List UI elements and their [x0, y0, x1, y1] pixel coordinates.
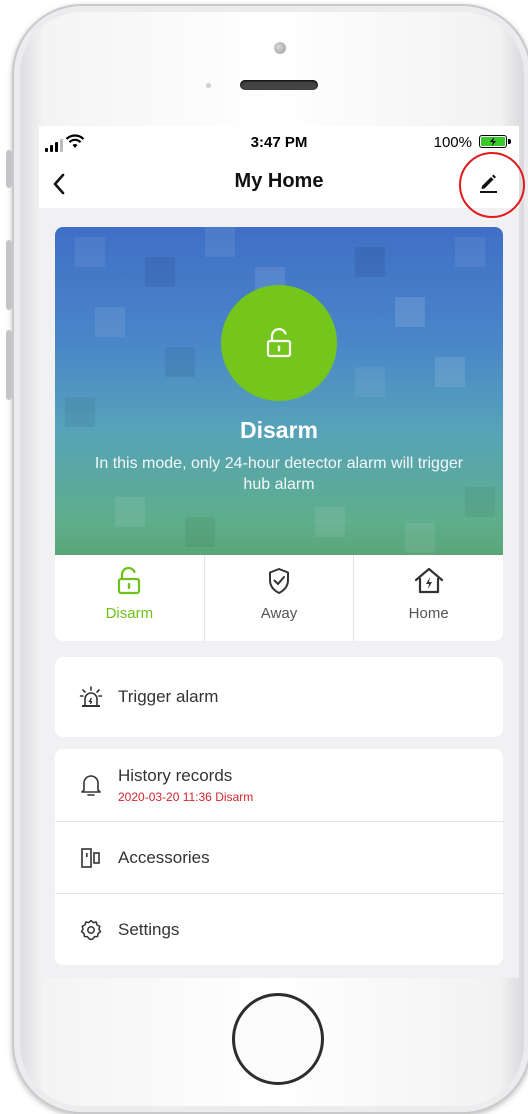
history-records-row[interactable]: History records 2020-03-20 11:36 Disarm: [55, 749, 503, 821]
trigger-alarm-label: Trigger alarm: [118, 687, 219, 706]
unlock-icon: [118, 567, 141, 595]
menu-card: History records 2020-03-20 11:36 Disarm …: [55, 749, 503, 965]
trigger-alarm-card: Trigger alarm: [55, 657, 503, 737]
bell-icon: [81, 775, 101, 796]
mode-away[interactable]: Away: [203, 555, 354, 641]
volume-up-button: [6, 240, 12, 310]
page-title: My Home: [234, 170, 324, 192]
unlock-icon: [266, 328, 292, 358]
battery-tip: [508, 139, 511, 144]
mode-status-button[interactable]: [221, 285, 337, 401]
earpiece-speaker: [240, 80, 318, 90]
front-camera: [274, 42, 286, 54]
mode-description: In this mode, only 24-hour detector alar…: [94, 455, 464, 493]
status-bar: 3:47 PM 100%: [39, 126, 519, 160]
proximity-sensor: [206, 83, 211, 88]
pencil-icon[interactable]: [477, 171, 499, 193]
shield-check-icon: [269, 568, 289, 594]
mode-selector: Disarm Away Home: [55, 555, 503, 641]
volume-down-button: [6, 330, 12, 400]
navigation-bar: My Home: [39, 160, 519, 208]
gear-icon: [80, 919, 102, 940]
home-button[interactable]: [232, 993, 324, 1085]
trigger-alarm-row[interactable]: Trigger alarm: [55, 657, 503, 737]
battery-percentage: 100%: [433, 134, 472, 151]
mute-switch: [6, 150, 12, 188]
settings-row[interactable]: Settings: [55, 893, 503, 965]
mode-away-label: Away: [260, 605, 298, 622]
siren-icon: [79, 686, 103, 707]
settings-label: Settings: [118, 919, 180, 939]
mode-title: Disarm: [240, 417, 318, 443]
history-last-record: 2020-03-20 11:36 Disarm: [118, 790, 254, 804]
battery-icon: [479, 135, 507, 148]
app-screen: 3:47 PM 100% My Home Disarm In this mode…: [39, 126, 519, 978]
home-bolt-icon: [414, 567, 443, 594]
mode-home-label: Home: [408, 605, 449, 622]
security-mode-hero: Disarm In this mode, only 24-hour detect…: [55, 227, 503, 555]
door-sensor-icon: [81, 847, 100, 868]
mode-disarm[interactable]: Disarm: [55, 555, 204, 641]
mode-disarm-label: Disarm: [105, 605, 154, 622]
accessories-row[interactable]: Accessories: [55, 821, 503, 893]
history-records-label: History records: [118, 766, 233, 785]
accessories-label: Accessories: [118, 847, 210, 867]
mode-home[interactable]: Home: [353, 555, 503, 641]
